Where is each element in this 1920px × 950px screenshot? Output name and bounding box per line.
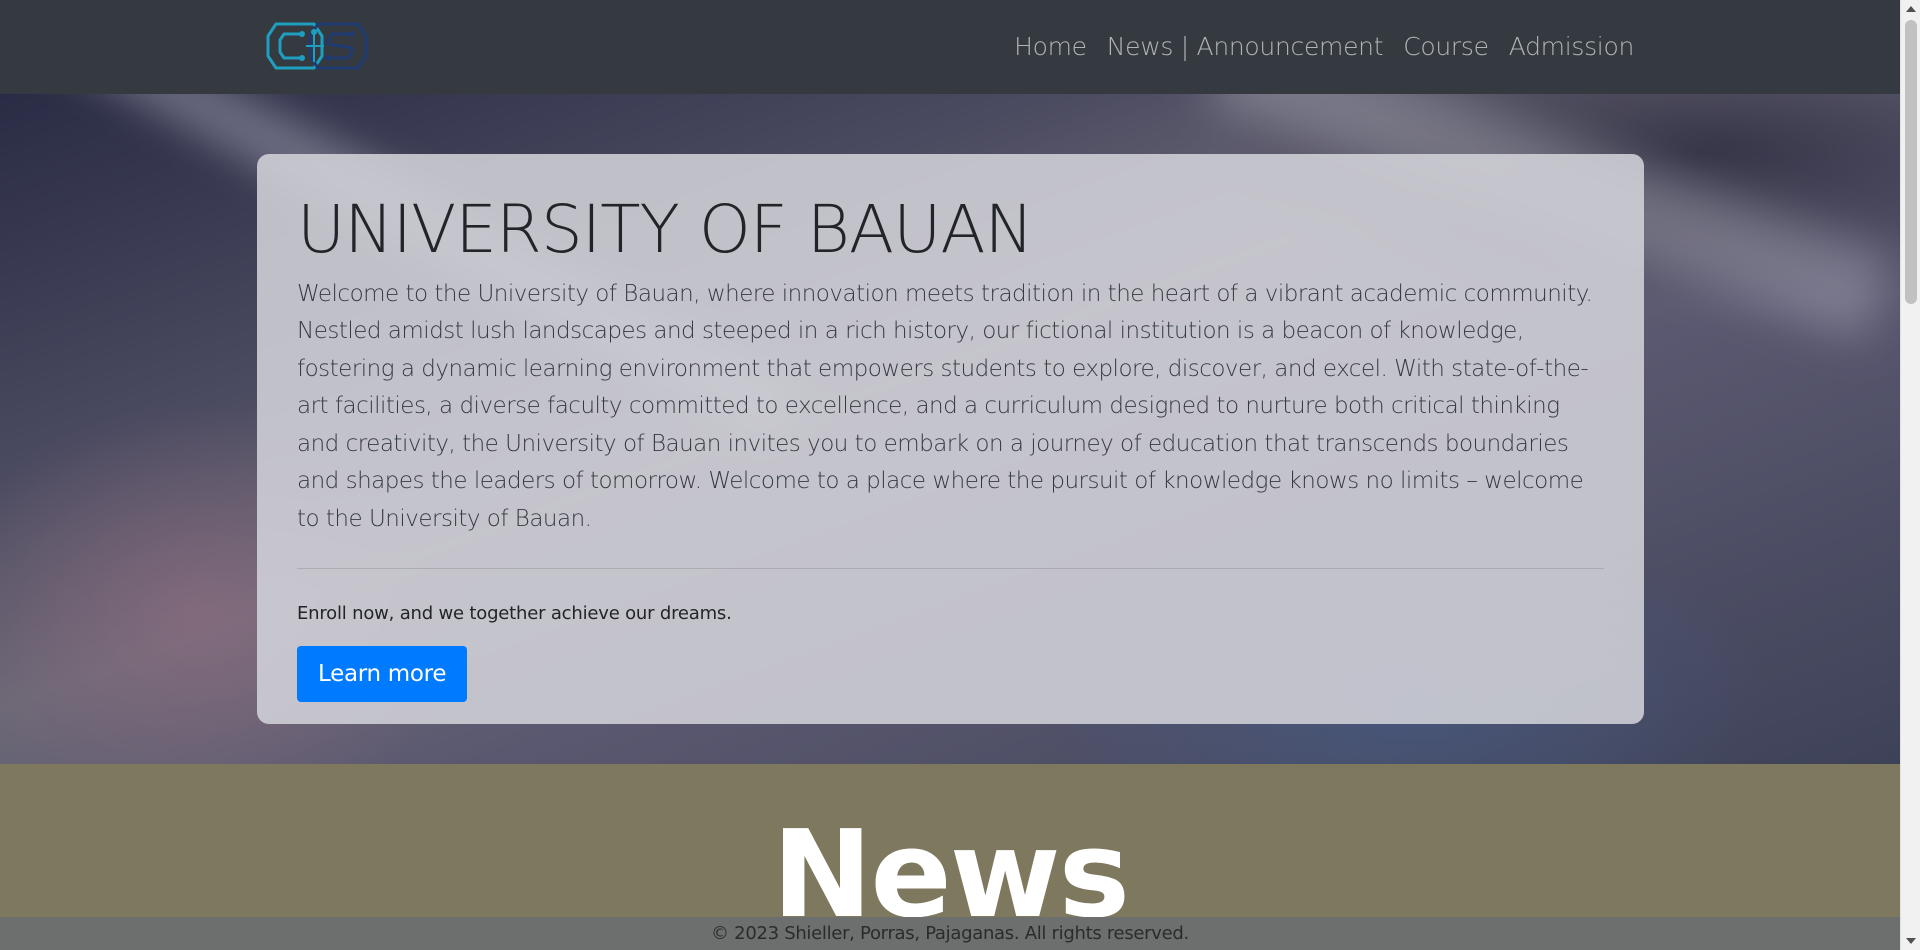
footer: © 2023 Shieller, Porras, Pajaganas. All … xyxy=(0,917,1900,950)
navbar: Home News | Announcement Course Admissio… xyxy=(0,0,1900,94)
scrollbar-thumb[interactable] xyxy=(1905,20,1917,304)
nav-link-home[interactable]: Home xyxy=(1014,32,1087,61)
circuit-logo-icon[interactable] xyxy=(262,18,374,74)
learn-more-button[interactable]: Learn more xyxy=(297,646,468,703)
divider xyxy=(297,568,1604,570)
vertical-scrollbar[interactable] xyxy=(1900,0,1920,950)
nav-links: Home News | Announcement Course Admissio… xyxy=(1014,32,1634,61)
hero-section: UNIVERSITY OF BAUAN Welcome to the Unive… xyxy=(0,94,1900,764)
welcome-text: Welcome to the University of Bauan, wher… xyxy=(297,280,1593,532)
enroll-text: Enroll now, and we together achieve our … xyxy=(297,603,732,625)
jumbotron: UNIVERSITY OF BAUAN Welcome to the Unive… xyxy=(257,154,1644,724)
copyright-text: © 2023 Shieller, Porras, Pajaganas. All … xyxy=(711,923,1189,944)
scroll-down-icon[interactable] xyxy=(1906,938,1916,944)
nav-link-admission[interactable]: Admission xyxy=(1509,32,1635,61)
nav-link-news-announcement[interactable]: News | Announcement xyxy=(1107,32,1384,61)
nav-link-course[interactable]: Course xyxy=(1403,32,1489,61)
scroll-up-icon[interactable] xyxy=(1906,6,1916,12)
page: Home News | Announcement Course Admissio… xyxy=(0,0,1900,950)
page-title: UNIVERSITY OF BAUAN xyxy=(297,191,1034,268)
